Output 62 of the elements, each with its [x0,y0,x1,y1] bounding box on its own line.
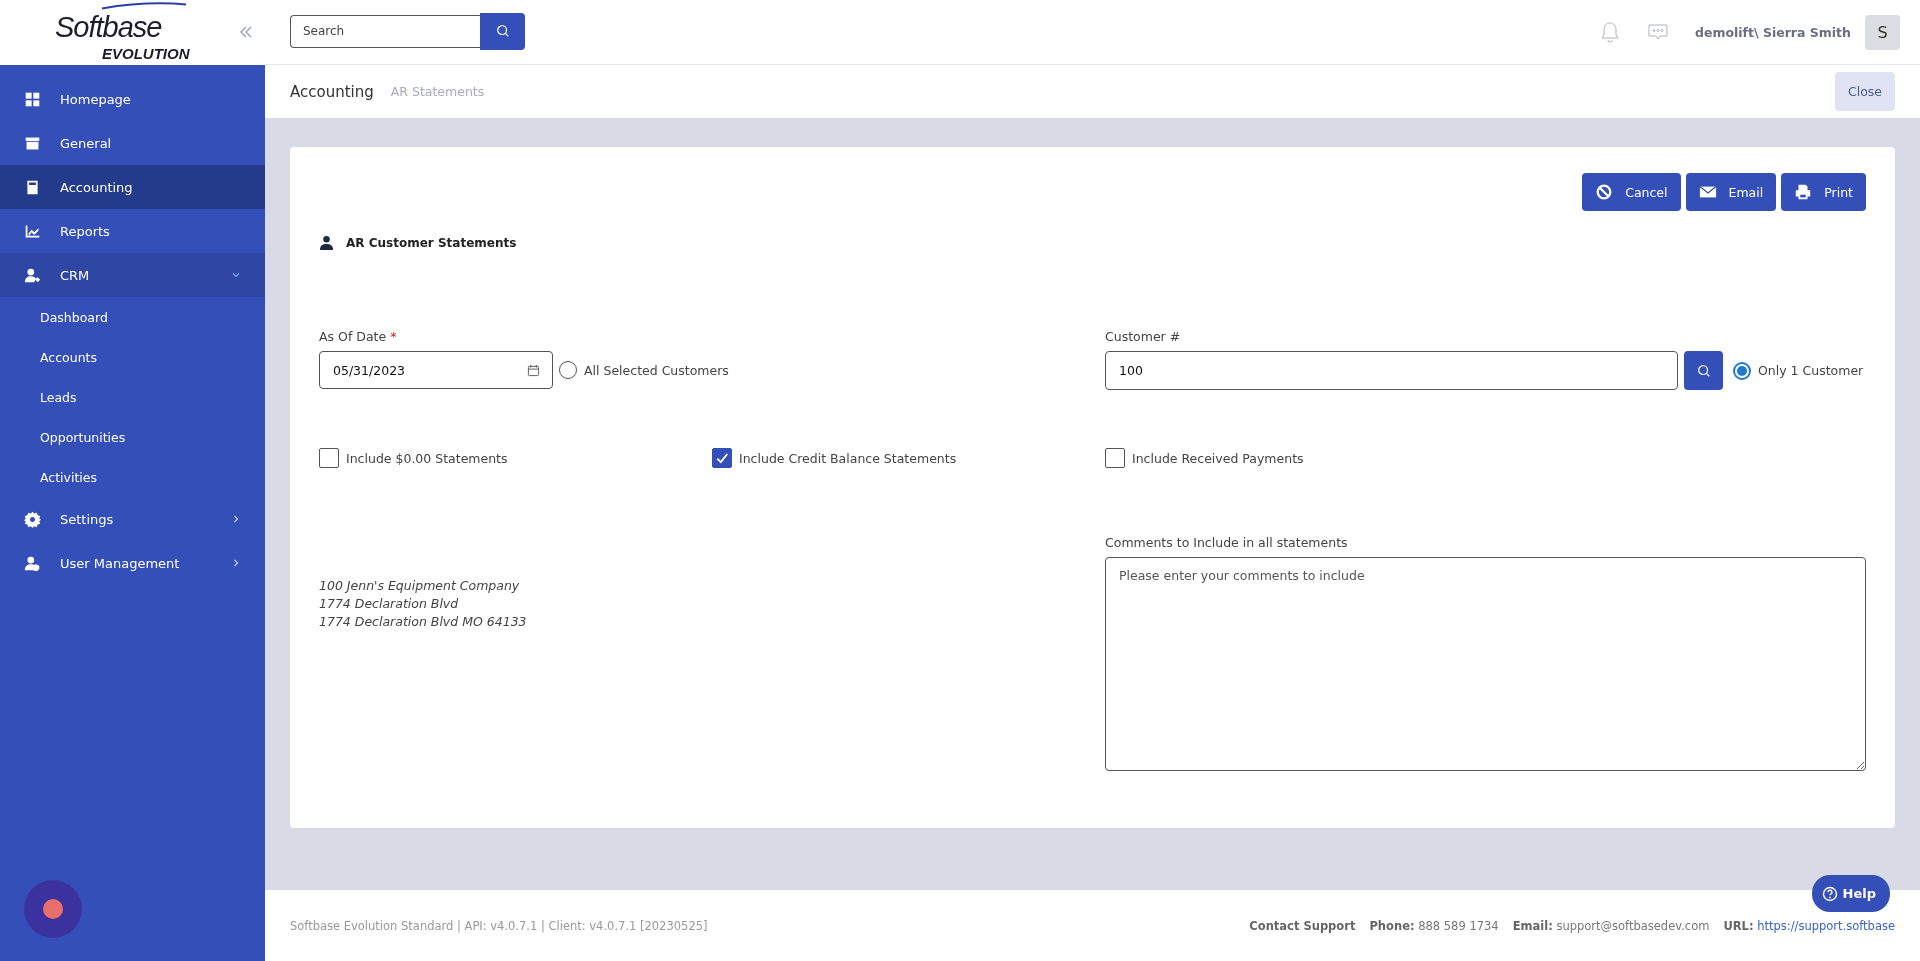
date-field[interactable]: 05/31/2023 [319,351,553,389]
calendar-icon[interactable] [527,363,540,377]
nav-subitem[interactable]: Dashboard [0,297,265,337]
close-button[interactable]: Close [1835,72,1895,111]
user-icon [319,235,334,250]
address-line: 100 Jenn's Equipment Company [319,578,521,593]
printer-icon [1794,183,1813,201]
collapse-icon[interactable] [238,24,254,40]
contact-info: Phone: 888 589 1734 [1369,918,1499,933]
radio-option[interactable]: Only 1 Customer [1733,361,1864,380]
breadcrumb-item: Accounting [290,82,374,101]
checkbox-option[interactable]: Include Received Payments [1105,448,1866,468]
question-icon [1821,885,1838,902]
nav-item[interactable]: Accounting [0,165,265,209]
help-button[interactable]: Help [1811,875,1890,912]
checkbox-option[interactable]: Include $0.00 Statements [319,448,712,468]
contact-info: Email: support@softbasedev.com [1512,918,1710,933]
chevron-icon [231,558,241,568]
nav-subitem[interactable]: Opportunities [0,417,265,457]
field-label: Customer # [1105,329,1182,344]
nav-subitem[interactable]: Activities [0,457,265,497]
checkbox-option[interactable]: Include Credit Balance Statements [712,448,1105,468]
softbase-logo: Softbase EVOLUTION [55,2,205,63]
calculator-icon [24,178,41,196]
customer-search-button[interactable] [1684,351,1723,390]
form-title: AR Customer Statements [346,235,517,250]
nav-item[interactable]: User Management [0,541,265,585]
user-avatar[interactable]: S [1865,14,1900,50]
gear-icon [24,510,41,528]
required-marker: * [390,329,397,344]
ban-icon [1595,183,1614,201]
nav-item[interactable]: Settings [0,497,265,541]
address-line: 1774 Declaration Blvd [319,596,460,611]
nav-item[interactable]: Homepage [0,77,265,121]
comments-field[interactable]: Please enter your comments to include [1105,557,1866,771]
search-icon [495,24,510,38]
contact-info: URL: https://support.softbase [1723,918,1895,933]
search-button[interactable] [480,12,525,50]
nav-subitem[interactable]: Accounts [0,337,265,377]
action-button[interactable]: Cancel [1582,173,1681,211]
chevron-icon [231,514,241,524]
nav-item[interactable]: Reports [0,209,265,253]
check-icon [715,451,729,465]
user-shield-icon [24,554,41,572]
nav-item[interactable]: General [0,121,265,165]
search-icon [1696,363,1711,378]
version-text: Softbase Evolution Standard | API: v4.0.7.1 | Client: v4.0.7.1 [20230525] [290,918,708,933]
address-line: 1774 Declaration Blvd MO 64133 [319,614,528,629]
user-tag-icon [24,266,41,284]
user-name[interactable]: demolift\ Sierra Smith [1695,24,1851,40]
search-field[interactable]: Search [290,14,480,48]
nav-subitem[interactable]: Leads [0,377,265,417]
field-label: Comments to Include in all statements [1105,535,1349,550]
action-button[interactable]: Email [1685,173,1777,211]
radio-option[interactable]: All Selected Customers [559,361,729,379]
action-button[interactable]: Print [1781,173,1866,211]
grid-icon [24,90,41,108]
chevron-icon [231,270,241,280]
field-label: As Of Date [319,329,387,344]
nav-item[interactable]: CRM [0,253,265,297]
contact-support-link[interactable]: Contact Support [1249,918,1356,933]
customer-field[interactable]: 100 [1105,351,1678,390]
